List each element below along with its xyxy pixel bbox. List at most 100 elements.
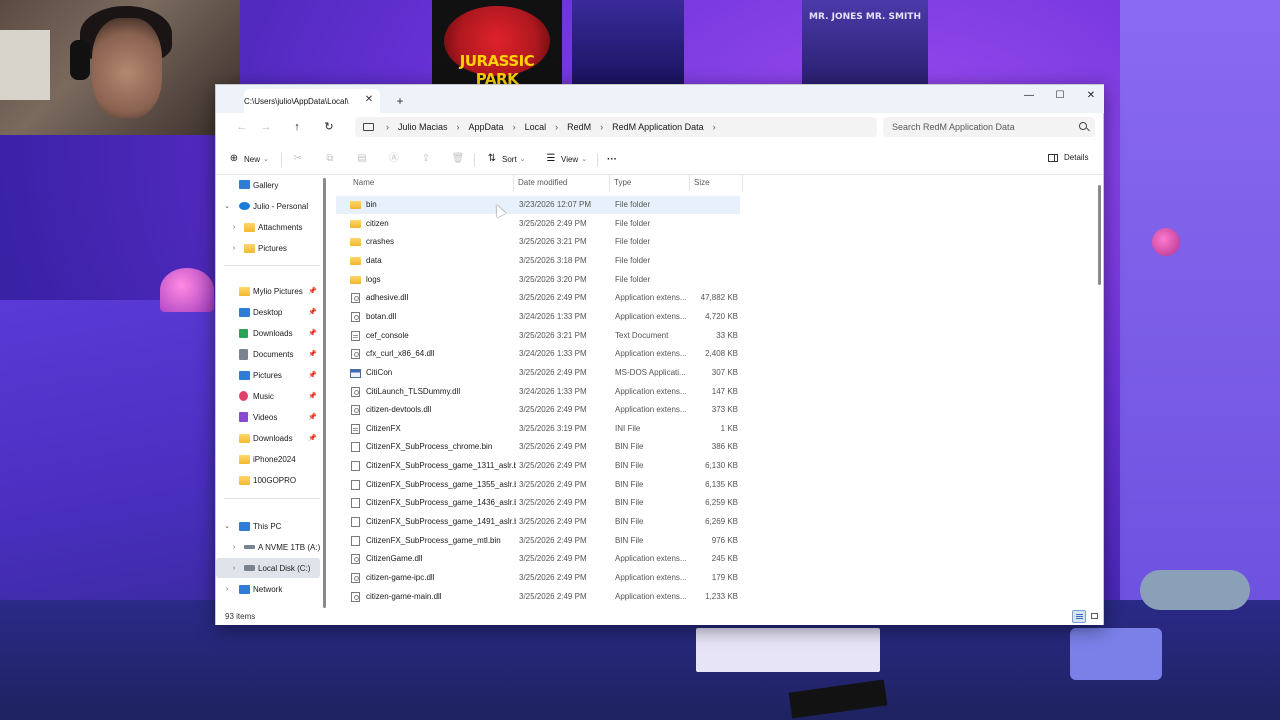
file-row[interactable]: CitizenGame.dll 3/25/2026 2:49 PM Applicat… (336, 550, 740, 568)
sidebar-item-julio-personal[interactable]: ⌄ Julio - Personal (216, 196, 320, 216)
file-row[interactable]: CitizenFX 3/25/2026 3:19 PM INI File 1 KB (336, 420, 740, 438)
chevron-right-icon[interactable]: › (229, 544, 239, 551)
sidebar-item-documents[interactable]: Documents 📌 (216, 344, 320, 364)
sidebar-item-100gopro[interactable]: 100GOPRO (216, 470, 320, 490)
minimize-button[interactable]: — (1014, 85, 1044, 107)
paste-button[interactable]: ▤ (355, 151, 369, 167)
file-type: BIN File (615, 442, 644, 452)
file-row[interactable]: adhesive.dll 3/25/2026 2:49 PM Application… (336, 289, 740, 307)
file-row[interactable]: CitizenFX_SubProcess_game_1355_aslr.bin 3… (336, 476, 740, 494)
file-row[interactable]: botan.dll 3/24/2026 1:33 PM Application ex… (336, 308, 740, 326)
close-window-button[interactable]: ✕ (1076, 85, 1106, 107)
file-row[interactable]: CitizenFX_SubProcess_game_mtl.bin 3/25/20… (336, 532, 740, 550)
column-header-type[interactable]: Type (614, 175, 631, 191)
file-size (692, 215, 738, 233)
sidebar-item-this-pc[interactable]: ⌄ This PC (216, 516, 320, 536)
file-row[interactable]: logs 3/25/2026 3:20 PM File folder (336, 271, 740, 289)
file-row[interactable]: cfx_curl_x86_64.dll 3/24/2026 1:33 PM Appl… (336, 345, 740, 363)
file-row[interactable]: data 3/25/2026 3:18 PM File folder (336, 252, 740, 270)
copy-button[interactable]: ⧉ (323, 151, 337, 167)
sidebar-item-attachments[interactable]: › Attachments (216, 217, 320, 237)
chevron-down-icon[interactable]: ⌄ (222, 522, 232, 530)
file-type: File folder (615, 255, 651, 265)
file-row[interactable]: CitiCon 3/25/2026 2:49 PM MS-DOS Applicati… (336, 364, 740, 382)
details-button[interactable]: Details (1048, 153, 1088, 162)
column-header-size[interactable]: Size (694, 175, 710, 191)
back-button[interactable]: ← (230, 117, 254, 137)
sidebar-item-mylio-pictures[interactable]: Mylio Pictures 📌 (216, 281, 320, 301)
file-row[interactable]: CitizenFX_SubProcess_game_1491_aslr.bin 3… (336, 513, 740, 531)
file-type: Application extens... (615, 293, 687, 303)
breadcrumb-julio-macias[interactable]: Julio Macias (398, 122, 448, 132)
column-header-date[interactable]: Date modified (518, 175, 567, 191)
chevron-down-icon[interactable]: ⌄ (222, 202, 232, 210)
address-bar[interactable]: › Julio Macias › AppData › Local › RedM … (355, 117, 877, 137)
sort-button[interactable]: ⇅ Sort ⌄ (485, 151, 526, 167)
cut-button[interactable]: ✂ (291, 151, 305, 167)
tiles-view-button[interactable] (1088, 610, 1102, 623)
file-size: 976 KB (711, 535, 738, 545)
file-row[interactable]: CitizenFX_SubProcess_game_1436_aslr.bin 3… (336, 494, 740, 512)
sidebar-item-downloads-folder[interactable]: Downloads 📌 (216, 428, 320, 448)
new-tab-button[interactable]: + (392, 93, 408, 109)
rename-button[interactable]: Ⓐ (387, 151, 401, 167)
breadcrumb-appdata[interactable]: AppData (469, 122, 504, 132)
sidebar-item-pictures[interactable]: Pictures 📌 (216, 365, 320, 385)
sidebar-item-downloads[interactable]: Downloads 📌 (216, 323, 320, 343)
sidebar-item-network[interactable]: › Network (216, 579, 320, 599)
dll-file-icon (351, 554, 360, 565)
file-row[interactable]: bin 3/23/2026 12:07 PM File folder (336, 196, 740, 214)
forward-button[interactable]: → (254, 117, 278, 137)
search-input[interactable]: Search RedM Application Data (883, 117, 1095, 137)
details-view-button[interactable] (1072, 610, 1086, 623)
file-row[interactable]: CitizenFX_SubProcess_game_1311_aslr.bin 3… (336, 457, 740, 475)
chevron-right-icon[interactable]: › (229, 224, 239, 231)
breadcrumb-redm-application-data[interactable]: RedM Application Data (612, 122, 704, 132)
chevron-right-icon[interactable]: › (222, 586, 232, 593)
file-row[interactable]: CitiLaunch_TLSDummy.dll 3/24/2026 1:33 PM… (336, 383, 740, 401)
content-scrollbar[interactable] (1098, 185, 1101, 285)
breadcrumb-redm[interactable]: RedM (567, 122, 591, 132)
file-row[interactable]: crashes 3/25/2026 3:21 PM File folder (336, 233, 740, 251)
file-row[interactable]: citizen-game-main.dll 3/25/2026 2:49 PM Ap… (336, 588, 740, 605)
maximize-button[interactable]: ☐ (1045, 85, 1075, 107)
column-divider[interactable] (513, 175, 514, 191)
file-row[interactable]: cef_console 3/25/2026 3:21 PM Text Documen… (336, 327, 740, 345)
file-date-modified: 3/25/2026 2:49 PM (519, 367, 587, 377)
sidebar-scrollbar[interactable] (323, 178, 326, 608)
new-button[interactable]: ⊕ New ⌄ (227, 151, 269, 167)
more-options-button[interactable]: ··· (607, 151, 617, 167)
column-header-name[interactable]: Name (353, 175, 374, 191)
delete-button[interactable]: 🗑 (451, 151, 465, 167)
sidebar-item-local-disk-c[interactable]: › Local Disk (C:) (216, 558, 320, 578)
sidebar-item-nvme-drive[interactable]: › A NVME 1TB (A:) (216, 537, 320, 557)
chevron-right-icon[interactable]: › (229, 565, 239, 572)
breadcrumb-local[interactable]: Local (525, 122, 547, 132)
file-row[interactable]: CitizenFX_SubProcess_chrome.bin 3/25/2026… (336, 438, 740, 456)
batman-poster (572, 0, 684, 84)
file-row[interactable]: citizen 3/25/2026 2:49 PM File folder (336, 215, 740, 233)
close-icon[interactable]: ✕ (362, 93, 376, 107)
tab-current-folder[interactable]: C:\Users\julio\AppData\Local\ ✕ (244, 89, 380, 113)
refresh-button[interactable]: ↻ (317, 117, 341, 137)
sidebar-item-pictures-onedrive[interactable]: › Pictures (216, 238, 320, 258)
file-row[interactable]: citizen-devtools.dll 3/25/2026 2:49 PM App… (336, 401, 740, 419)
column-divider[interactable] (689, 175, 690, 191)
up-button[interactable]: ↑ (285, 117, 309, 137)
chevron-right-icon[interactable]: › (229, 245, 239, 252)
file-type: BIN File (615, 461, 644, 471)
view-button[interactable]: ☰ View ⌄ (544, 151, 588, 167)
column-divider[interactable] (609, 175, 610, 191)
share-button[interactable]: ⇪ (419, 151, 433, 167)
sidebar-item-label: A NVME 1TB (A:) (258, 542, 321, 552)
documents-icon (239, 349, 248, 360)
file-size: 386 KB (711, 442, 738, 452)
file-date-modified: 3/25/2026 3:19 PM (519, 423, 587, 433)
column-divider[interactable] (742, 175, 743, 191)
sidebar-item-gallery[interactable]: Gallery (216, 175, 320, 195)
sidebar-item-music[interactable]: Music 📌 (216, 386, 320, 406)
sidebar-item-iphone2024[interactable]: iPhone2024 (216, 449, 320, 469)
sidebar-item-desktop[interactable]: Desktop 📌 (216, 302, 320, 322)
file-row[interactable]: citizen-game-ipc.dll 3/25/2026 2:49 PM App… (336, 569, 740, 587)
sidebar-item-videos[interactable]: Videos 📌 (216, 407, 320, 427)
